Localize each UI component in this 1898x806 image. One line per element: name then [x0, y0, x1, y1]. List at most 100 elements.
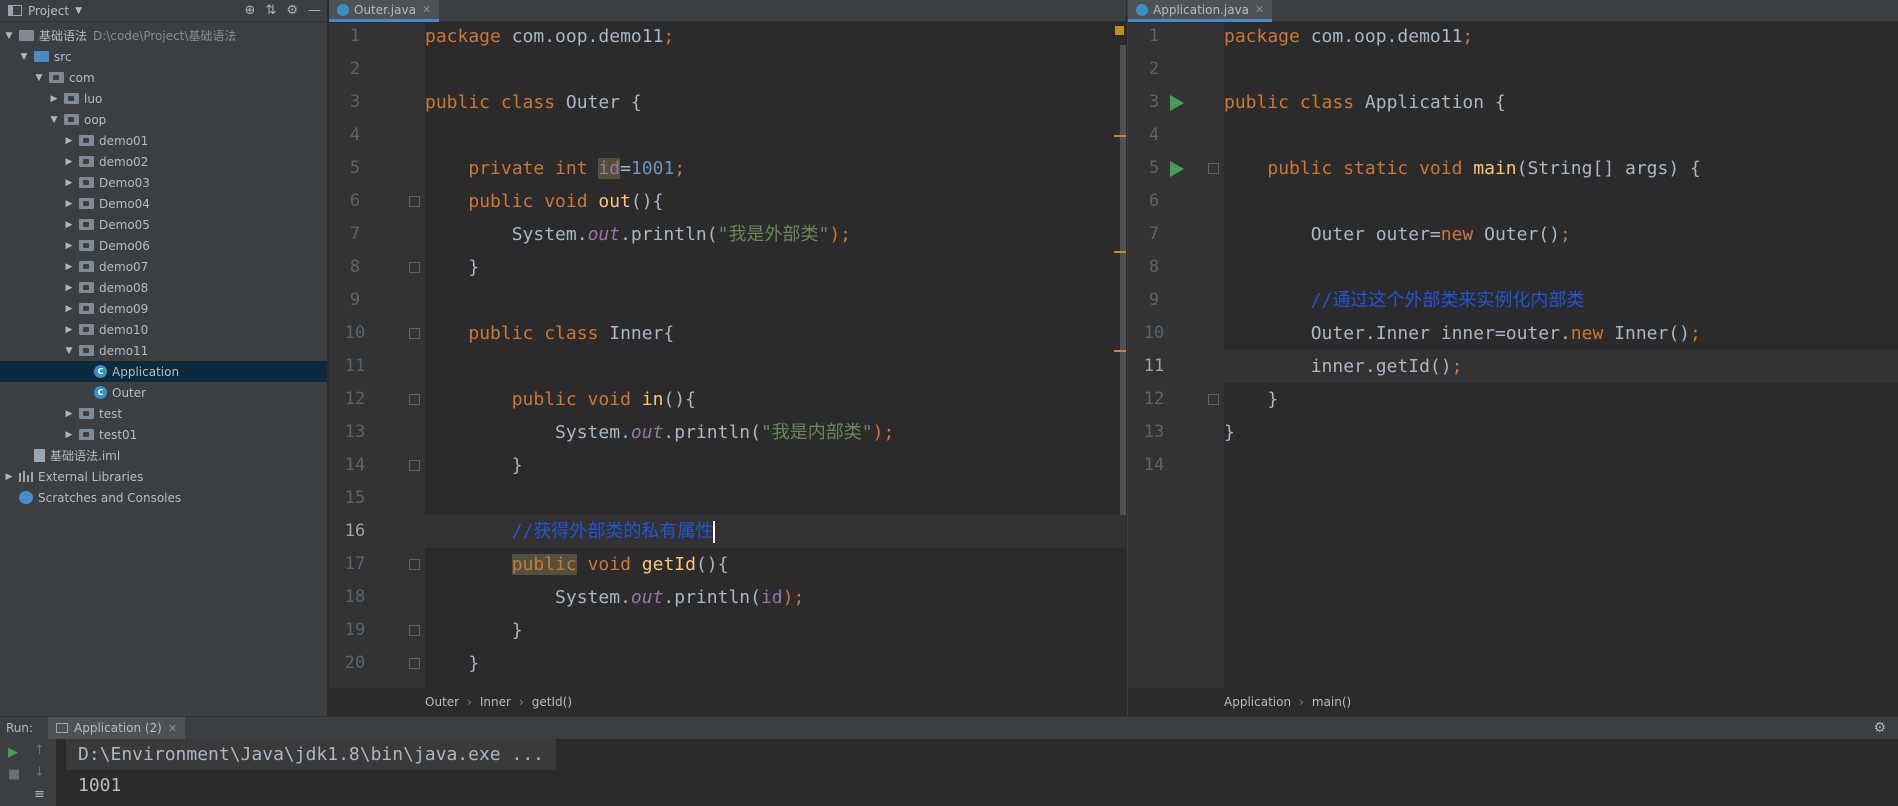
gear-icon[interactable]: ⚙ — [1873, 720, 1886, 736]
code-line[interactable]: 5 private int id=1001; — [329, 152, 1126, 185]
code-line[interactable]: 14 — [1128, 449, 1898, 482]
code-line[interactable]: 13} — [1128, 416, 1898, 449]
tree-item[interactable]: ▼ demo11 — [0, 340, 327, 361]
chevron-right-icon[interactable]: ▶ — [49, 94, 59, 104]
code-area[interactable]: 1 package com.oop.demo11; 2 3 public class A… — [1128, 23, 1898, 688]
tree-item[interactable]: ▶ test01 — [0, 424, 327, 445]
tree-item[interactable]: Scratches and Consoles — [0, 487, 327, 508]
breadcrumb-item[interactable]: Application — [1224, 695, 1291, 709]
tree-item[interactable]: ▶ demo02 — [0, 151, 327, 172]
code-line[interactable]: 19 } — [329, 614, 1126, 647]
code-line[interactable]: 7 Outer outer=new Outer(); — [1128, 218, 1898, 251]
chevron-down-icon[interactable]: ▼ — [64, 346, 74, 356]
stop-icon[interactable]: ■ — [8, 767, 20, 782]
code-line[interactable]: 4 — [1128, 119, 1898, 152]
fold-marker-icon[interactable] — [409, 262, 420, 273]
breadcrumb-item[interactable]: main() — [1312, 695, 1351, 709]
fold-marker-icon[interactable] — [409, 559, 420, 570]
gear-icon[interactable]: ⚙ — [286, 3, 298, 18]
rerun-icon[interactable]: ▶ — [8, 745, 18, 760]
run-gutter-icon[interactable] — [1170, 161, 1184, 177]
tab-outer-java[interactable]: Outer.java ✕ — [329, 0, 440, 22]
chevron-right-icon[interactable]: ▶ — [64, 430, 74, 440]
tree-item[interactable]: ▶ demo09 — [0, 298, 327, 319]
project-panel-header[interactable]: Project ▼ ⊕ ⇅ ⚙ — — [0, 0, 327, 22]
close-icon[interactable]: ✕ — [168, 722, 177, 735]
chevron-right-icon[interactable]: ▶ — [64, 262, 74, 272]
code-line[interactable]: 5 public static void main(String[] args)… — [1128, 152, 1898, 185]
chevron-right-icon[interactable]: ▶ — [64, 199, 74, 209]
fold-marker-icon[interactable] — [409, 658, 420, 669]
tree-item[interactable]: ▶ demo08 — [0, 277, 327, 298]
code-line[interactable]: 7 System.out.println("我是外部类"); — [329, 218, 1126, 251]
code-line[interactable]: 12 } — [1128, 383, 1898, 416]
fold-marker-icon[interactable] — [409, 460, 420, 471]
collapse-all-icon[interactable]: ⇅ — [265, 3, 276, 18]
chevron-right-icon[interactable]: ▶ — [64, 283, 74, 293]
arrow-down-icon[interactable]: ↓ — [34, 765, 45, 780]
run-gutter-icon[interactable] — [1170, 95, 1184, 111]
code-line[interactable]: 10 public class Inner{ — [329, 317, 1126, 350]
chevron-right-icon[interactable]: ▶ — [4, 472, 14, 482]
tree-item[interactable]: ▶ External Libraries — [0, 466, 327, 487]
tab-application-java[interactable]: Application.java ✕ — [1128, 0, 1273, 22]
chevron-right-icon[interactable]: ▶ — [64, 157, 74, 167]
tree-item[interactable]: ▶ Demo03 — [0, 172, 327, 193]
tree-item[interactable]: ▼ com — [0, 67, 327, 88]
locate-file-icon[interactable]: ⊕ — [245, 3, 256, 18]
code-line[interactable]: 2 — [329, 53, 1126, 86]
hide-panel-icon[interactable]: — — [308, 3, 321, 18]
chevron-right-icon[interactable]: ▶ — [64, 325, 74, 335]
code-line[interactable]: 3 public class Application { — [1128, 86, 1898, 119]
tree-item[interactable]: C Application — [0, 361, 327, 382]
code-line[interactable]: 2 — [1128, 53, 1898, 86]
fold-marker-icon[interactable] — [1208, 163, 1219, 174]
code-line[interactable]: 16 //获得外部类的私有属性 — [329, 515, 1126, 548]
fold-marker-icon[interactable] — [409, 394, 420, 405]
code-line[interactable]: 1 package com.oop.demo11; — [1128, 20, 1898, 53]
chevron-down-icon[interactable]: ▼ — [49, 115, 59, 125]
close-icon[interactable]: ✕ — [422, 3, 431, 16]
close-icon[interactable]: ✕ — [1255, 3, 1264, 16]
arrow-up-icon[interactable]: ↑ — [34, 743, 45, 758]
chevron-down-icon[interactable]: ▼ — [4, 31, 14, 41]
code-line[interactable]: 17 public void getId(){ — [329, 548, 1126, 581]
fold-marker-icon[interactable] — [1208, 394, 1219, 405]
tree-item[interactable]: ▶ test — [0, 403, 327, 424]
chevron-right-icon[interactable]: ▶ — [64, 178, 74, 188]
tree-item[interactable]: ▼ 基础语法 D:\code\Project\基础语法 — [0, 25, 327, 46]
code-line[interactable]: 6 — [1128, 185, 1898, 218]
chevron-right-icon[interactable]: ▶ — [64, 409, 74, 419]
tree-item[interactable]: ▼ src — [0, 46, 327, 67]
breadcrumb-item[interactable]: Inner — [480, 695, 511, 709]
code-line[interactable]: 11 — [329, 350, 1126, 383]
code-line[interactable]: 9 — [329, 284, 1126, 317]
code-line[interactable]: 9 //通过这个外部类来实例化内部类 — [1128, 284, 1898, 317]
chevron-right-icon[interactable]: ▶ — [64, 136, 74, 146]
tree-item[interactable]: C Outer — [0, 382, 327, 403]
run-tab-application[interactable]: Application (2) ✕ — [48, 717, 186, 739]
code-line[interactable]: 4 — [329, 119, 1126, 152]
code-line[interactable]: 8 — [1128, 251, 1898, 284]
code-line[interactable]: 10 Outer.Inner inner=outer.new Inner(); — [1128, 317, 1898, 350]
console-output[interactable]: D:\Environment\Java\jdk1.8\bin\java.exe … — [66, 739, 1898, 806]
chevron-down-icon[interactable]: ▼ — [34, 73, 44, 83]
tree-item[interactable]: ▶ demo07 — [0, 256, 327, 277]
breadcrumb-item[interactable]: getId() — [532, 695, 572, 709]
code-line[interactable]: 1 package com.oop.demo11; — [329, 20, 1126, 53]
code-line[interactable]: 13 System.out.println("我是内部类"); — [329, 416, 1126, 449]
fold-marker-icon[interactable] — [409, 328, 420, 339]
chevron-down-icon[interactable]: ▼ — [19, 52, 29, 62]
fold-marker-icon[interactable] — [409, 625, 420, 636]
code-line[interactable]: 15 — [329, 482, 1126, 515]
code-line[interactable]: 11 inner.getId(); — [1128, 350, 1898, 383]
code-line[interactable]: 6 public void out(){ — [329, 185, 1126, 218]
code-line[interactable]: 3 public class Outer { — [329, 86, 1126, 119]
code-line[interactable]: 20 } — [329, 647, 1126, 680]
code-line[interactable]: 12 public void in(){ — [329, 383, 1126, 416]
chevron-right-icon[interactable]: ▶ — [64, 304, 74, 314]
code-line[interactable]: 8 } — [329, 251, 1126, 284]
tree-item[interactable]: ▶ Demo06 — [0, 235, 327, 256]
code-line[interactable]: 18 System.out.println(id); — [329, 581, 1126, 614]
tree-item[interactable]: ▶ Demo05 — [0, 214, 327, 235]
